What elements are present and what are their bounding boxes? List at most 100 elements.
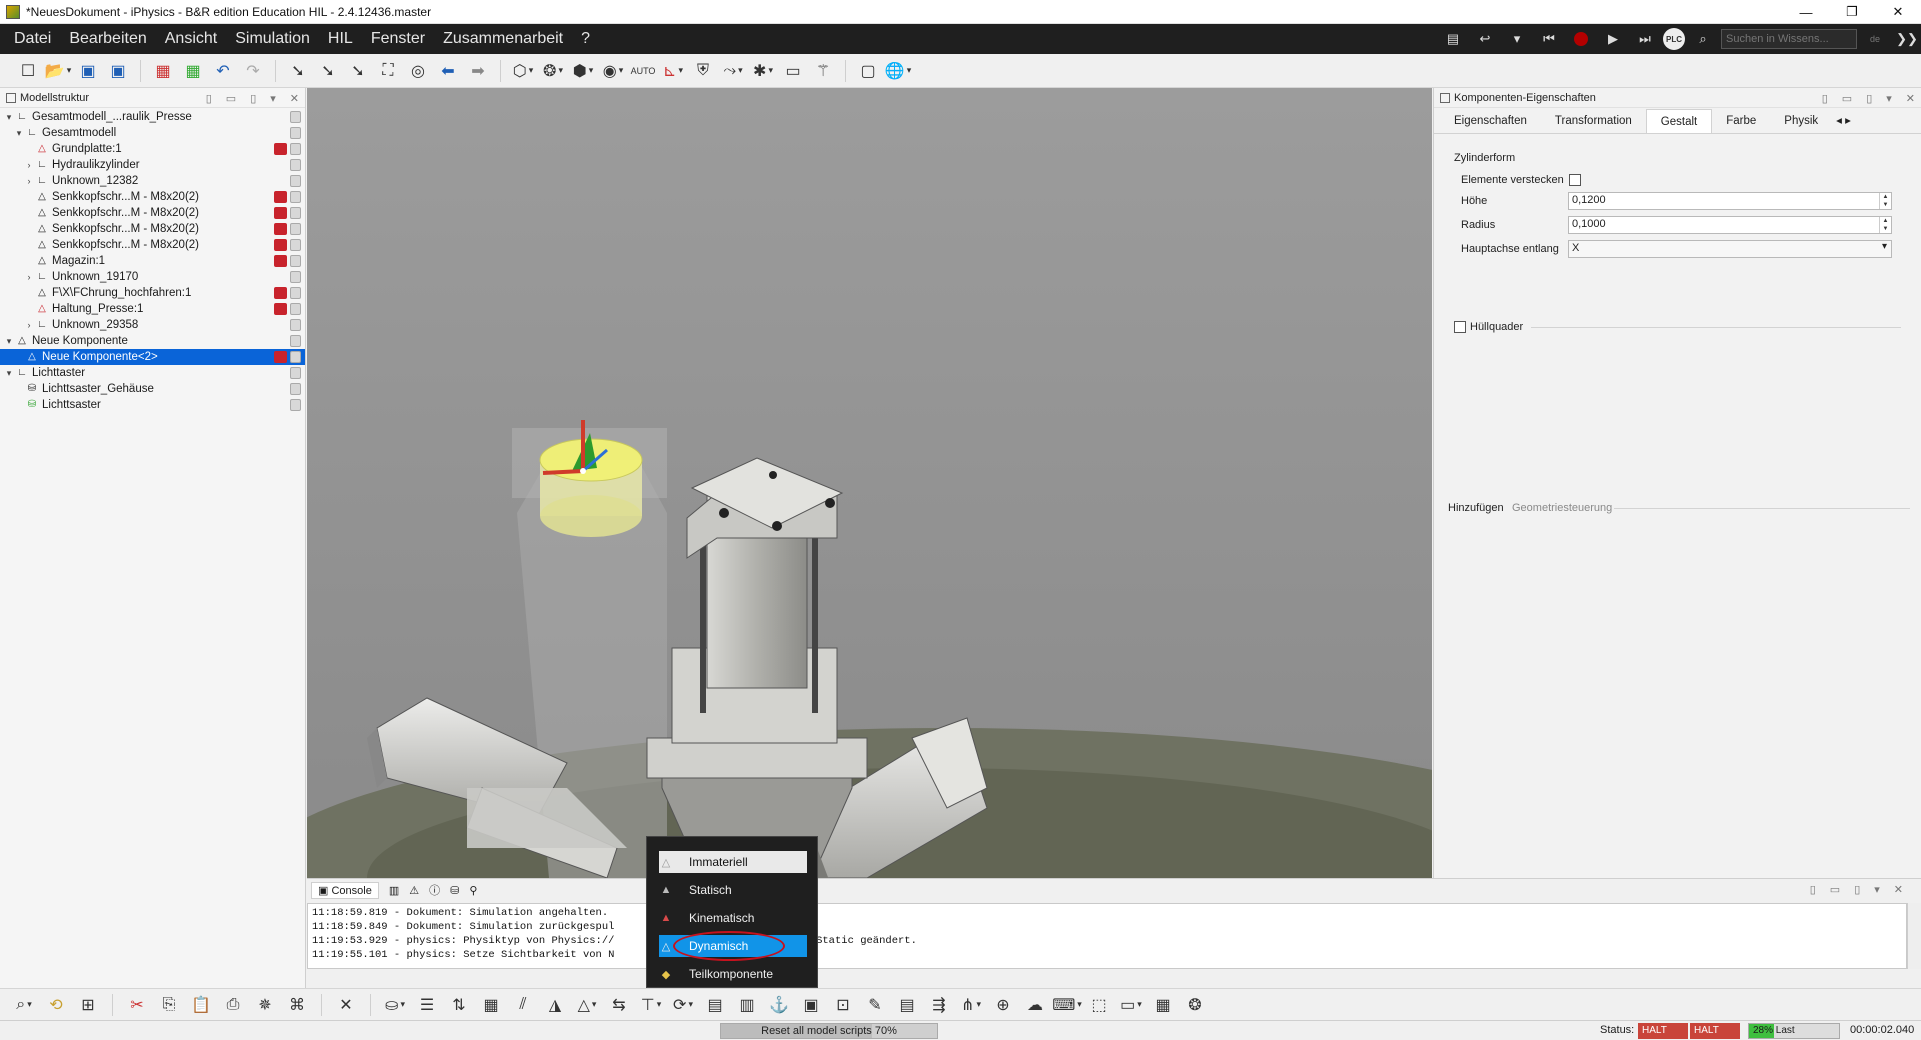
- lock-icon[interactable]: [290, 367, 301, 379]
- clamp-icon[interactable]: ⊤: [637, 992, 665, 1018]
- zoom-search-icon[interactable]: ⌕: [10, 992, 38, 1018]
- menu-help[interactable]: ?: [572, 24, 599, 54]
- expand-arrow-icon[interactable]: ›: [24, 269, 34, 285]
- auto-icon[interactable]: AUTO: [629, 58, 657, 84]
- panel-min-icon[interactable]: ▭: [226, 92, 236, 105]
- physics-red-icon[interactable]: [274, 239, 287, 251]
- tree-item[interactable]: › ∟ Unknown_12382: [0, 173, 305, 189]
- menu-hil[interactable]: HIL: [319, 24, 362, 54]
- record-button[interactable]: [1567, 26, 1595, 52]
- select-one-icon[interactable]: ➘: [314, 58, 342, 84]
- physics-red-icon[interactable]: [274, 143, 287, 155]
- hide-elements-checkbox[interactable]: [1569, 174, 1581, 186]
- recycle-icon[interactable]: ⟲: [42, 992, 70, 1018]
- lock-icon[interactable]: [290, 207, 301, 219]
- radius-field[interactable]: 0,1000 ▲ ▼: [1568, 216, 1892, 234]
- panel-max-icon[interactable]: ▯: [1854, 883, 1860, 896]
- tree-item[interactable]: △ F\X\FChrung_hochfahren:1: [0, 285, 305, 301]
- table-icon[interactable]: ▥: [733, 992, 761, 1018]
- tree-item[interactable]: › ∟ Unknown_29358: [0, 317, 305, 333]
- select-tool-icon[interactable]: ➘: [284, 58, 312, 84]
- stamp-icon[interactable]: ⚲: [469, 884, 477, 897]
- link-icon[interactable]: ⋔: [957, 992, 985, 1018]
- lock-icon[interactable]: [290, 399, 301, 411]
- shield-icon[interactable]: ⛨: [689, 58, 717, 84]
- panel-float-icon[interactable]: ▯: [1822, 92, 1828, 105]
- back-icon[interactable]: ⬅: [434, 58, 462, 84]
- physics-red-icon[interactable]: [274, 191, 287, 203]
- tree-item[interactable]: › ∟ Hydraulikzylinder: [0, 157, 305, 173]
- shape-icon[interactable]: △: [573, 992, 601, 1018]
- sheet-icon[interactable]: ▤: [893, 992, 921, 1018]
- axes-icon[interactable]: ⊾: [659, 58, 687, 84]
- lock-icon[interactable]: [290, 255, 301, 267]
- camera-icon[interactable]: ◉: [599, 58, 627, 84]
- orbit-icon[interactable]: ❂: [539, 58, 567, 84]
- dropdown-icon[interactable]: ▾: [1503, 26, 1531, 52]
- save-icon[interactable]: ▣: [74, 58, 102, 84]
- fit-view-icon[interactable]: ⛶: [374, 58, 402, 84]
- tab-farbe[interactable]: Farbe: [1712, 109, 1770, 133]
- panel-close-icon[interactable]: ✕: [1894, 883, 1903, 896]
- grid-icon[interactable]: ▦: [477, 992, 505, 1018]
- tree-item[interactable]: △ Senkkopfschr...M - M8x20(2): [0, 189, 305, 205]
- menu-simulation[interactable]: Simulation: [226, 24, 319, 54]
- save-all-icon[interactable]: ▣: [104, 58, 132, 84]
- tabs-scroll-icon[interactable]: ◂ ▸: [1832, 109, 1855, 133]
- curve-icon[interactable]: ⤳: [719, 58, 747, 84]
- menu-item-statisch[interactable]: ▲ Statisch: [659, 879, 807, 901]
- new-document-icon[interactable]: ☐: [14, 58, 42, 84]
- list-icon[interactable]: ☰: [413, 992, 441, 1018]
- tab-gestalt[interactable]: Gestalt: [1645, 109, 1713, 133]
- close-button[interactable]: ✕: [1875, 0, 1921, 24]
- cloud-icon[interactable]: ☁: [1021, 992, 1049, 1018]
- tree-item[interactable]: △ Neue Komponente<2>: [0, 349, 305, 365]
- add-component-icon[interactable]: ⊞: [74, 992, 102, 1018]
- menu-item-teilkomponente[interactable]: ◆ Teilkomponente: [659, 963, 807, 985]
- panel-menu-icon[interactable]: ▾: [270, 92, 276, 105]
- physics-red-icon[interactable]: [274, 223, 287, 235]
- panel-menu-icon[interactable]: ▾: [1886, 92, 1892, 105]
- tree-item[interactable]: △ Haltung_Presse:1: [0, 301, 305, 317]
- scene-render[interactable]: [307, 88, 1432, 878]
- info-icon[interactable]: ⓘ: [429, 882, 440, 898]
- expand-arrow-icon[interactable]: ▾: [4, 109, 14, 125]
- expand-arrow-icon[interactable]: ›: [24, 173, 34, 189]
- plc-badge[interactable]: PLC: [1663, 28, 1685, 50]
- filter-icon[interactable]: ▥: [389, 884, 399, 897]
- add-label[interactable]: Hinzufügen: [1448, 502, 1504, 514]
- window-icon[interactable]: ▢: [854, 58, 882, 84]
- tree-item[interactable]: △ Grundplatte:1: [0, 141, 305, 157]
- forward-icon[interactable]: ➡: [464, 58, 492, 84]
- undo-icon[interactable]: ↶: [209, 58, 237, 84]
- physics-red-icon[interactable]: [274, 255, 287, 267]
- panel-close-icon[interactable]: ✕: [290, 92, 299, 105]
- minimize-button[interactable]: —: [1783, 0, 1829, 24]
- tab-transformation[interactable]: Transformation: [1541, 109, 1646, 133]
- arrows-icon[interactable]: ⇆: [605, 992, 633, 1018]
- skip-back-icon[interactable]: ⏮: [1535, 26, 1563, 52]
- geometry-control-label[interactable]: Geometriesteuerung: [1512, 502, 1612, 514]
- bug-icon[interactable]: ✱: [749, 58, 777, 84]
- import-icon[interactable]: ▦: [149, 58, 177, 84]
- menu-ansicht[interactable]: Ansicht: [156, 24, 226, 54]
- box-icon[interactable]: ⬚: [1085, 992, 1113, 1018]
- tab-physik[interactable]: Physik: [1770, 109, 1832, 133]
- tree-item[interactable]: △ Senkkopfschr...M - M8x20(2): [0, 205, 305, 221]
- menu-item-dynamisch[interactable]: △ Dynamisch: [659, 931, 807, 961]
- lock-icon[interactable]: [290, 175, 301, 187]
- main-axis-select[interactable]: X ▾: [1568, 240, 1892, 258]
- redo-icon[interactable]: ↷: [239, 58, 267, 84]
- panel-icon[interactable]: ▭: [1117, 992, 1145, 1018]
- cut-icon[interactable]: ✂: [123, 992, 151, 1018]
- panel-max-icon[interactable]: ▯: [250, 92, 256, 105]
- expand-arrow-icon[interactable]: ▾: [14, 125, 24, 141]
- menu-zusammenarbeit[interactable]: Zusammenarbeit: [434, 24, 572, 54]
- lock-icon[interactable]: [290, 319, 301, 331]
- tree-item[interactable]: ⛁ Lichttsaster: [0, 397, 305, 413]
- flow-icon[interactable]: ⇶: [925, 992, 953, 1018]
- export-icon[interactable]: ▦: [179, 58, 207, 84]
- bucket-icon[interactable]: ⛀: [381, 992, 409, 1018]
- expand-arrow-icon[interactable]: ▾: [4, 333, 14, 349]
- document-icon[interactable]: ▤: [701, 992, 729, 1018]
